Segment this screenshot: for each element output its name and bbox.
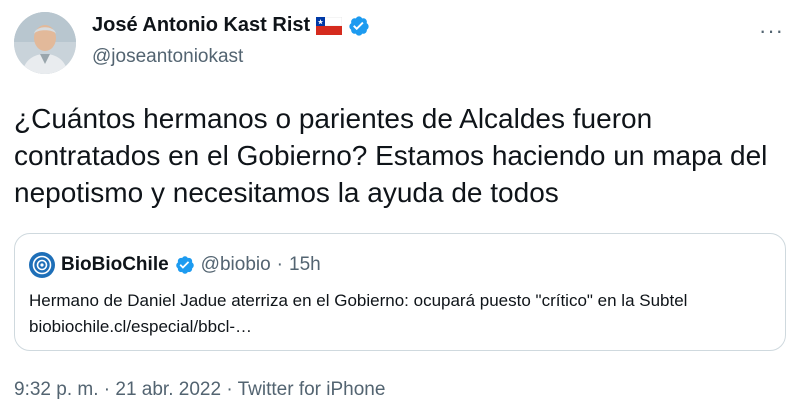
quoted-tweet-card[interactable]: BioBioChile @biobio · 15h Hermano de Dan… (14, 233, 786, 351)
quoted-tweet-body: Hermano de Daniel Jadue aterriza en el G… (29, 291, 688, 310)
tweet-date[interactable]: 21 abr. 2022 (115, 379, 221, 400)
verified-badge-icon (349, 15, 369, 36)
verified-badge-icon (175, 256, 194, 274)
author-name-row: José Antonio Kast Rist (92, 14, 370, 37)
tweet-source[interactable]: Twitter for iPhone (238, 379, 386, 400)
footer-separator: · (98, 379, 116, 400)
quoted-meta-separator: · (276, 254, 283, 275)
quoted-author-handle[interactable]: @biobio (201, 254, 271, 276)
tweet-text: ¿Cuántos hermanos o parientes de Alcalde… (14, 103, 768, 208)
quoted-timestamp[interactable]: 15h (289, 254, 321, 276)
quoted-tweet-text: Hermano de Daniel Jadue aterriza en el G… (29, 288, 769, 340)
quoted-tweet-header: BioBioChile @biobio · 15h (29, 252, 321, 278)
biobio-logo-icon (29, 252, 55, 278)
more-options-icon[interactable]: ··· (759, 18, 784, 44)
author-avatar[interactable] (14, 12, 76, 74)
chile-flag-icon (316, 16, 343, 35)
author-display-name[interactable]: José Antonio Kast Rist (92, 14, 310, 37)
footer-separator: · (221, 379, 238, 400)
tweet-footer: 9:32 p. m. · 21 abr. 2022 · Twitter for … (14, 379, 385, 401)
profile-photo (14, 12, 76, 74)
tweet-time[interactable]: 9:32 p. m. (14, 379, 99, 400)
quoted-tweet-link[interactable]: biobiochile.cl/especial/bbcl-… (29, 317, 252, 336)
quoted-author-name[interactable]: BioBioChile (61, 254, 169, 276)
author-handle[interactable]: @joseantoniokast (92, 46, 243, 68)
